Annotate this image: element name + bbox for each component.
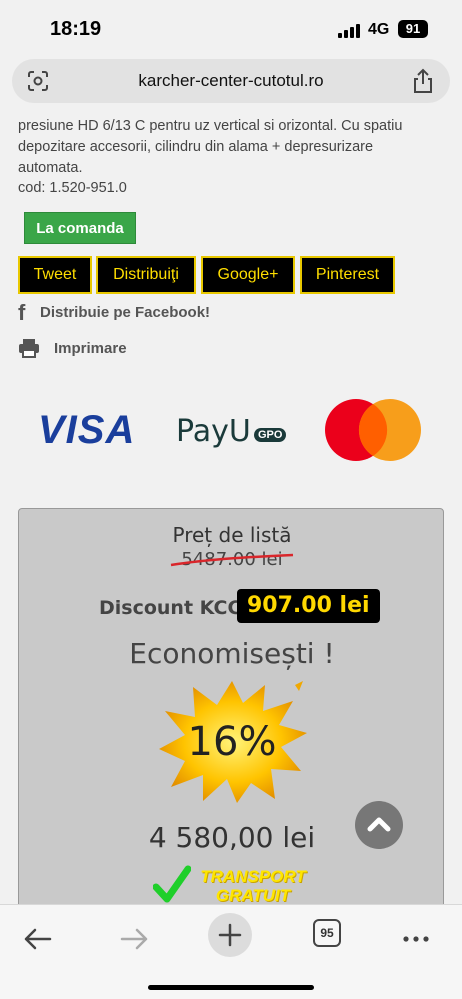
signal-icon: [338, 24, 360, 38]
payment-logos: VISA PayU GPO: [0, 394, 462, 484]
plus-icon: [218, 923, 242, 947]
list-price-label: Preț de listă: [172, 523, 292, 547]
status-bar: 18:19 4G 91: [0, 0, 462, 58]
address-bar[interactable]: karcher-center-cutotul.ro: [12, 59, 450, 103]
transport-line-1: TRANSPORT: [200, 867, 306, 886]
back-arrow-icon[interactable]: [16, 919, 60, 959]
battery-icon: 91: [398, 20, 428, 38]
payu-gpo-badge: GPO: [254, 428, 287, 442]
savings-label: Economisești !: [129, 637, 335, 670]
network-type: 4G: [368, 21, 390, 38]
strikethrough-line: [170, 553, 294, 567]
facebook-share-label: Distribuie pe Facebook!: [40, 304, 211, 321]
free-transport-label: TRANSPORT GRATUIT: [193, 867, 313, 904]
share-icon[interactable]: [412, 68, 434, 94]
order-button[interactable]: La comanda: [24, 212, 136, 244]
pinterest-button[interactable]: Pinterest: [300, 256, 395, 294]
distribute-button[interactable]: Distribuiţi: [96, 256, 196, 294]
browser-toolbar: 95: [0, 904, 462, 999]
checkmark-icon: [153, 865, 191, 903]
savings-percent: 16%: [187, 719, 277, 765]
transport-line-2: GRATUIT: [215, 886, 291, 904]
payu-logo: PayU: [176, 414, 251, 449]
discount-label: Discount KCC:: [99, 597, 250, 619]
mastercard-logo: [325, 399, 421, 461]
product-description: presiune HD 6/13 C pentru uz vertical si…: [18, 118, 403, 176]
new-tab-button[interactable]: [208, 913, 252, 957]
print-label: Imprimare: [54, 340, 127, 357]
scroll-to-top-button[interactable]: [355, 801, 403, 849]
url-text[interactable]: karcher-center-cutotul.ro: [72, 71, 390, 91]
forward-arrow-icon[interactable]: [112, 919, 156, 959]
visa-logo: VISA: [38, 408, 136, 452]
tweet-button[interactable]: Tweet: [18, 256, 92, 294]
status-time: 18:19: [50, 18, 102, 40]
product-code: cod: 1.520-951.0: [18, 180, 127, 196]
google-plus-button[interactable]: Google+: [201, 256, 295, 294]
chevron-up-icon: [367, 817, 391, 832]
tabs-button[interactable]: 95: [313, 919, 341, 947]
home-indicator: [148, 985, 314, 990]
printer-icon: [19, 339, 39, 358]
facebook-icon: f: [18, 300, 26, 325]
discount-value: 907.00 lei: [237, 589, 380, 623]
more-menu-icon[interactable]: [394, 919, 438, 959]
page-content: presiune HD 6/13 C pentru uz vertical si…: [0, 104, 462, 904]
scan-icon[interactable]: [26, 69, 50, 93]
